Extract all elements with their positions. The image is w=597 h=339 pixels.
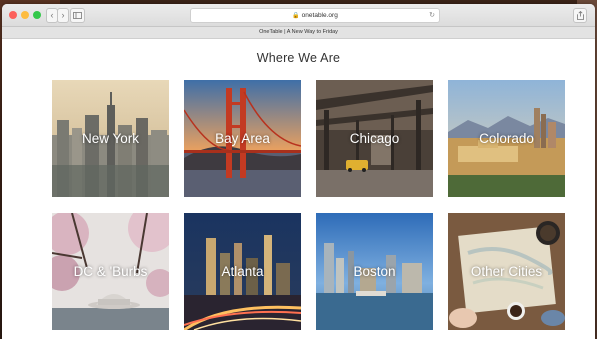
tab-title[interactable]: OneTable | A New Way to Friday	[2, 27, 595, 39]
browser-toolbar: ‹ › 🔒 onetable.org ↻	[2, 4, 595, 27]
address-bar[interactable]: 🔒 onetable.org ↻	[190, 8, 440, 23]
location-tile-bay-area[interactable]: Bay Area	[184, 80, 301, 197]
page-heading: Where We Are	[256, 51, 341, 65]
location-label: Atlanta	[221, 264, 264, 279]
location-label: DC & 'Burbs	[73, 264, 148, 279]
forward-button[interactable]: ›	[57, 8, 69, 23]
location-label: Bay Area	[215, 131, 270, 146]
address-url: onetable.org	[301, 12, 338, 19]
minimize-window-button[interactable]	[21, 11, 29, 19]
location-tile-boston[interactable]: Boston	[316, 213, 433, 330]
location-tile-chicago[interactable]: Chicago	[316, 80, 433, 197]
location-tile-other-cities[interactable]: Other Cities	[448, 213, 565, 330]
location-label: Boston	[353, 264, 396, 279]
close-window-button[interactable]	[9, 11, 17, 19]
browser-window: ‹ › 🔒 onetable.org ↻ OneTable | A New Way…	[2, 4, 595, 339]
location-label: New York	[81, 131, 140, 146]
location-tile-dc-burbs[interactable]: DC & 'Burbs	[52, 213, 169, 330]
location-tile-new-york[interactable]: New York	[52, 80, 169, 197]
location-tile-atlanta[interactable]: Atlanta	[184, 213, 301, 330]
location-label: Colorado	[479, 131, 534, 146]
page-content: Where We Are New York Bay Area Chicago C…	[2, 39, 595, 339]
reload-icon[interactable]: ↻	[429, 9, 435, 22]
locations-grid: New York Bay Area Chicago Colorado DC & …	[52, 80, 565, 330]
maximize-window-button[interactable]	[33, 11, 41, 19]
sidebar-toggle-icon[interactable]	[70, 8, 85, 23]
lock-icon: 🔒	[292, 13, 300, 19]
share-icon[interactable]	[573, 8, 587, 23]
location-label: Other Cities	[470, 264, 543, 279]
location-tile-colorado[interactable]: Colorado	[448, 80, 565, 197]
location-label: Chicago	[349, 131, 400, 146]
